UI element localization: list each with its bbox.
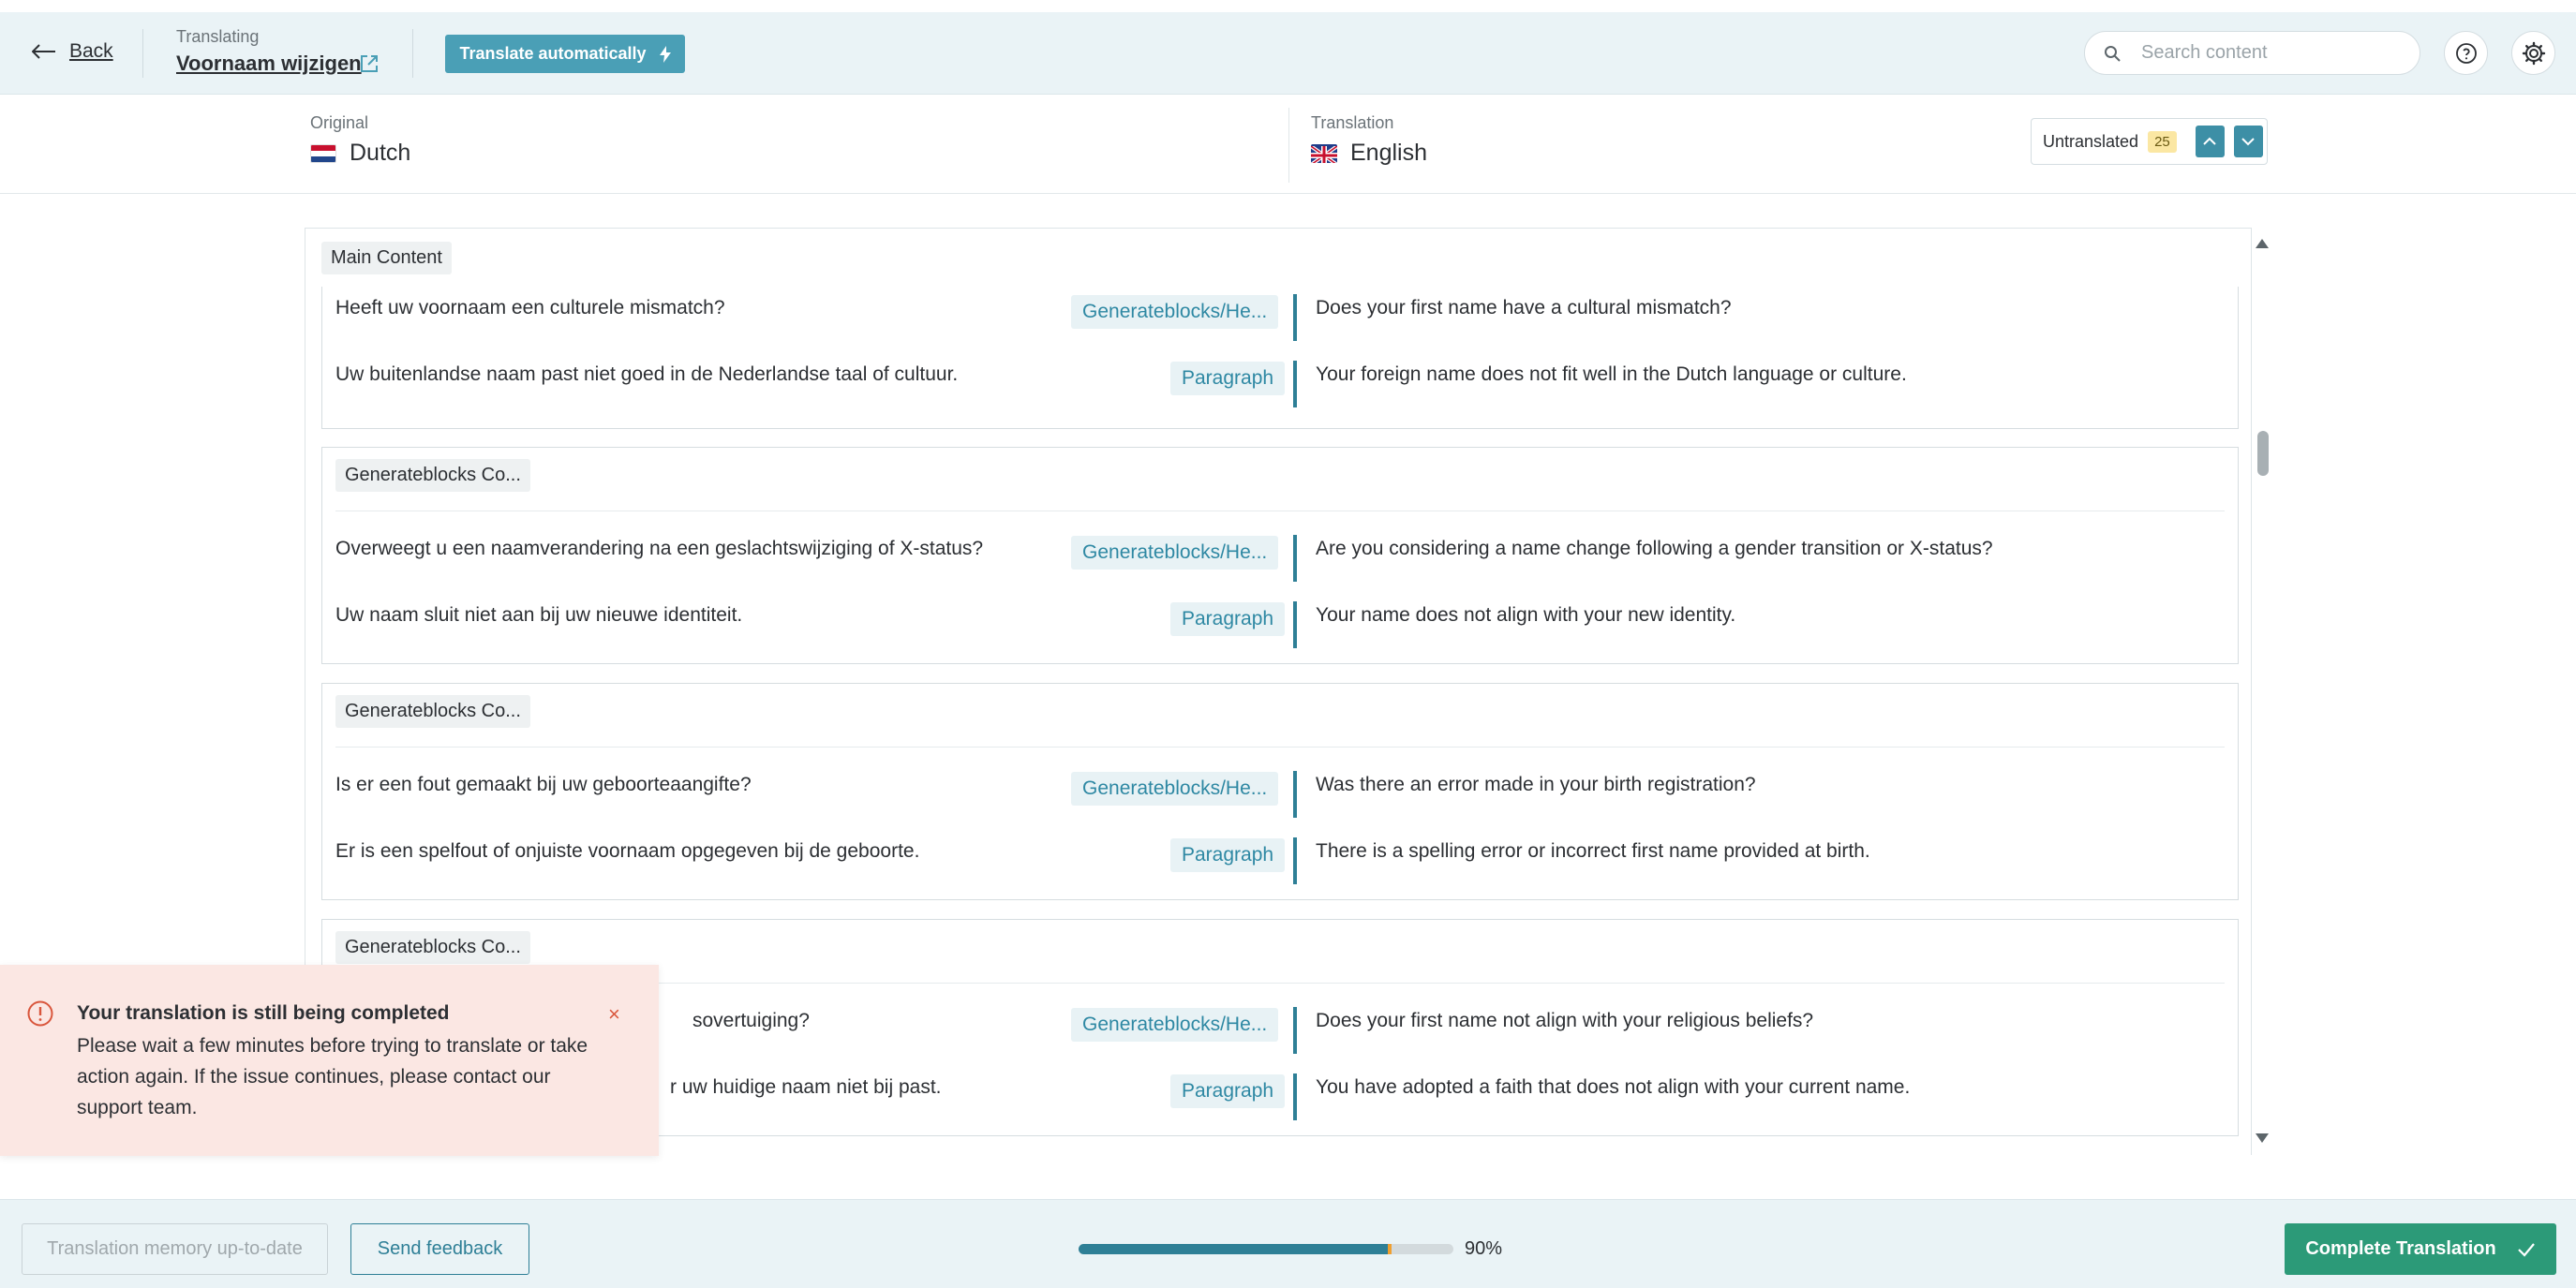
document-title-link[interactable]: Voornaam wijzigen	[176, 52, 362, 76]
chevron-up-icon	[2203, 137, 2217, 145]
back-label: Back	[69, 40, 113, 62]
content-group: Heeft uw voornaam een culturele mismatch…	[321, 287, 2239, 429]
language-divider	[1288, 108, 1289, 183]
translation-divider	[1293, 1007, 1297, 1054]
uk-flag-icon	[1311, 143, 1337, 163]
netherlands-flag-icon	[310, 143, 336, 163]
search-box[interactable]	[2084, 31, 2420, 75]
main-content-section-label: Main Content	[321, 242, 452, 274]
content-group: Generateblocks Co... Is er een fout gema…	[321, 683, 2239, 900]
source-text: Er is een spelfout of onjuiste voornaam …	[335, 840, 920, 862]
block-type-tag: Generateblocks/He...	[1071, 536, 1279, 570]
content-group: Generateblocks Co... Overweegt u een naa…	[321, 447, 2239, 664]
progress-marker	[1388, 1244, 1392, 1254]
group-label: Generateblocks Co...	[335, 931, 530, 964]
search-icon	[2105, 45, 2121, 62]
block-type-tag: Generateblocks/He...	[1071, 772, 1279, 806]
block-type-tag: Paragraph	[1170, 362, 1286, 395]
translation-text[interactable]: Was there an error made in your birth re…	[1316, 774, 1756, 796]
translate-automatically-button[interactable]: Translate automatically	[445, 35, 685, 73]
translating-caption: Translating	[176, 27, 260, 46]
error-toast: Your translation is still being complete…	[0, 965, 659, 1156]
chevron-down-icon	[2241, 138, 2256, 146]
progress-bar	[1079, 1244, 1453, 1254]
translation-divider	[1293, 771, 1297, 818]
translation-divider	[1293, 837, 1297, 884]
block-type-tag: Paragraph	[1170, 1074, 1286, 1108]
close-icon[interactable]: ×	[608, 1002, 620, 1027]
block-type-tag: Paragraph	[1170, 602, 1286, 636]
translation-text[interactable]: Your name does not align with your new i…	[1316, 604, 1735, 627]
translation-text[interactable]: Does your first name not align with your…	[1316, 1010, 1813, 1032]
lightning-icon	[659, 45, 671, 63]
footer: Translation memory up-to-date Send feedb…	[0, 1199, 2576, 1288]
original-language: Dutch	[310, 140, 410, 167]
block-type-tag: Paragraph	[1170, 838, 1286, 872]
source-text: Heeft uw voornaam een culturele mismatch…	[335, 297, 725, 318]
source-text: Uw buitenlandse naam past niet goed in d…	[335, 363, 959, 385]
header: Back Translating Voornaam wijzigen Trans…	[0, 12, 2576, 95]
top-strip	[0, 0, 2576, 12]
progress-percentage: 90%	[1465, 1238, 1503, 1259]
translation-text[interactable]: Are you considering a name change follow…	[1316, 538, 1993, 560]
scroll-up-arrow[interactable]	[2255, 236, 2270, 251]
original-language-name: Dutch	[350, 140, 411, 166]
translation-divider	[1293, 1073, 1297, 1120]
source-text: sovertuiging?	[692, 1010, 810, 1031]
help-button[interactable]	[2444, 31, 2488, 75]
source-text: Overweegt u een naamverandering na een g…	[335, 538, 984, 559]
translation-text[interactable]: You have adopted a faith that does not a…	[1316, 1076, 1910, 1099]
group-label: Generateblocks Co...	[335, 695, 530, 728]
untranslated-label: Untranslated	[2043, 131, 2139, 151]
next-untranslated-button[interactable]	[2233, 126, 2263, 157]
group-header-divider	[335, 747, 2225, 748]
toast-message: Please wait a few minutes before trying …	[77, 1035, 588, 1118]
block-type-tag: Generateblocks/He...	[1071, 295, 1279, 329]
search-input[interactable]	[2141, 42, 2385, 64]
block-type-tag: Generateblocks/He...	[1071, 1008, 1279, 1042]
complete-translation-button[interactable]: Complete Translation	[2285, 1223, 2556, 1275]
send-feedback-button[interactable]: Send feedback	[350, 1223, 529, 1275]
source-text: Is er een fout gemaakt bij uw geboorteaa…	[335, 774, 752, 795]
arrow-left-icon	[32, 44, 55, 59]
previous-untranslated-button[interactable]	[2195, 126, 2225, 157]
info-icon	[27, 1000, 53, 1027]
source-text: r uw huidige naam niet bij past.	[670, 1076, 942, 1098]
original-caption: Original	[310, 113, 369, 132]
translation-text[interactable]: Does your first name have a cultural mis…	[1316, 297, 1732, 319]
triangle-down-icon	[2256, 1133, 2269, 1143]
source-text: Uw naam sluit niet aan bij uw nieuwe ide…	[335, 604, 743, 626]
header-divider	[142, 29, 143, 78]
toast-title: Your translation is still being complete…	[77, 1002, 450, 1024]
checkmark-icon	[2517, 1242, 2535, 1257]
translation-language: English	[1311, 140, 1427, 167]
translation-text[interactable]: There is a spelling error or incorrect f…	[1316, 840, 1870, 863]
scrollbar-thumb[interactable]	[2257, 431, 2269, 476]
language-bar: Original Dutch Translation English Untra…	[0, 95, 2576, 194]
gear-icon	[2522, 41, 2545, 65]
settings-button[interactable]	[2511, 31, 2555, 75]
translation-divider	[1293, 361, 1297, 407]
back-button[interactable]: Back	[32, 40, 113, 63]
translation-divider	[1293, 535, 1297, 582]
external-link-icon[interactable]	[359, 53, 380, 74]
translation-divider	[1293, 601, 1297, 648]
translation-memory-button[interactable]: Translation memory up-to-date	[22, 1223, 328, 1275]
translation-text[interactable]: Your foreign name does not fit well in t…	[1316, 363, 1907, 386]
progress-fill	[1079, 1244, 1388, 1254]
triangle-up-icon	[2256, 239, 2269, 248]
complete-translation-label: Complete Translation	[2305, 1238, 2496, 1259]
scroll-down-arrow[interactable]	[2255, 1131, 2270, 1146]
translate-automatically-label: Translate automatically	[459, 44, 647, 63]
translation-language-name: English	[1350, 140, 1427, 166]
untranslated-count-badge: 25	[2148, 130, 2177, 153]
group-label: Generateblocks Co...	[335, 459, 530, 492]
untranslated-filter[interactable]: Untranslated 25	[2031, 118, 2268, 165]
header-divider	[412, 29, 413, 78]
question-icon	[2455, 42, 2477, 64]
translation-caption: Translation	[1311, 113, 1394, 132]
translation-divider	[1293, 294, 1297, 341]
